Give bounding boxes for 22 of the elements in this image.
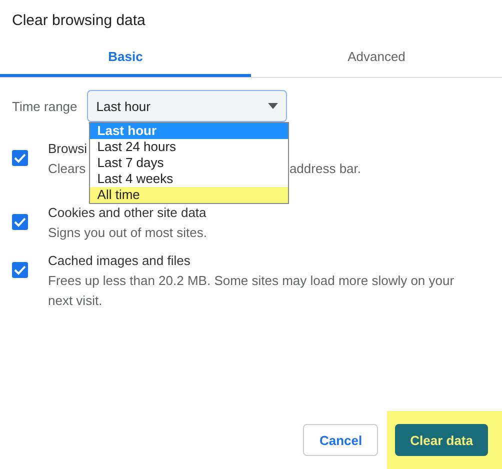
option-description: address bar. <box>289 160 361 178</box>
checkbox[interactable] <box>12 262 28 278</box>
caret-icon <box>268 103 278 109</box>
tab[interactable]: Advanced <box>251 40 502 77</box>
dropdown-option[interactable]: Last 24 hours <box>90 139 288 155</box>
tab[interactable]: Basic <box>0 40 251 77</box>
option-description: Frees up less than 20.2 MB. Some sites may load more slowly on your next visit. <box>48 273 454 308</box>
option-title: Browsi <box>48 140 88 158</box>
option-description: Clears <box>48 160 86 178</box>
dialog-title: Clear browsing data <box>11 11 146 31</box>
time-range-dropdown[interactable]: Last hour <box>87 90 288 122</box>
option-title: Cached images and files <box>48 252 190 270</box>
time-range-label: Time range <box>12 98 78 114</box>
checkbox[interactable] <box>12 150 28 166</box>
option-title: Cookies and other site data <box>48 204 206 222</box>
dropdown-option[interactable]: Last 4 weeks <box>90 171 288 187</box>
clear-data-button[interactable]: Clear data <box>395 424 488 456</box>
dropdown-option[interactable]: Last 7 days <box>90 155 288 171</box>
cancel-button[interactable]: Cancel <box>303 424 378 456</box>
option-description: Signs you out of most sites. <box>48 225 207 240</box>
checkbox[interactable] <box>12 214 28 230</box>
dropdown-option[interactable]: All time <box>90 187 288 203</box>
